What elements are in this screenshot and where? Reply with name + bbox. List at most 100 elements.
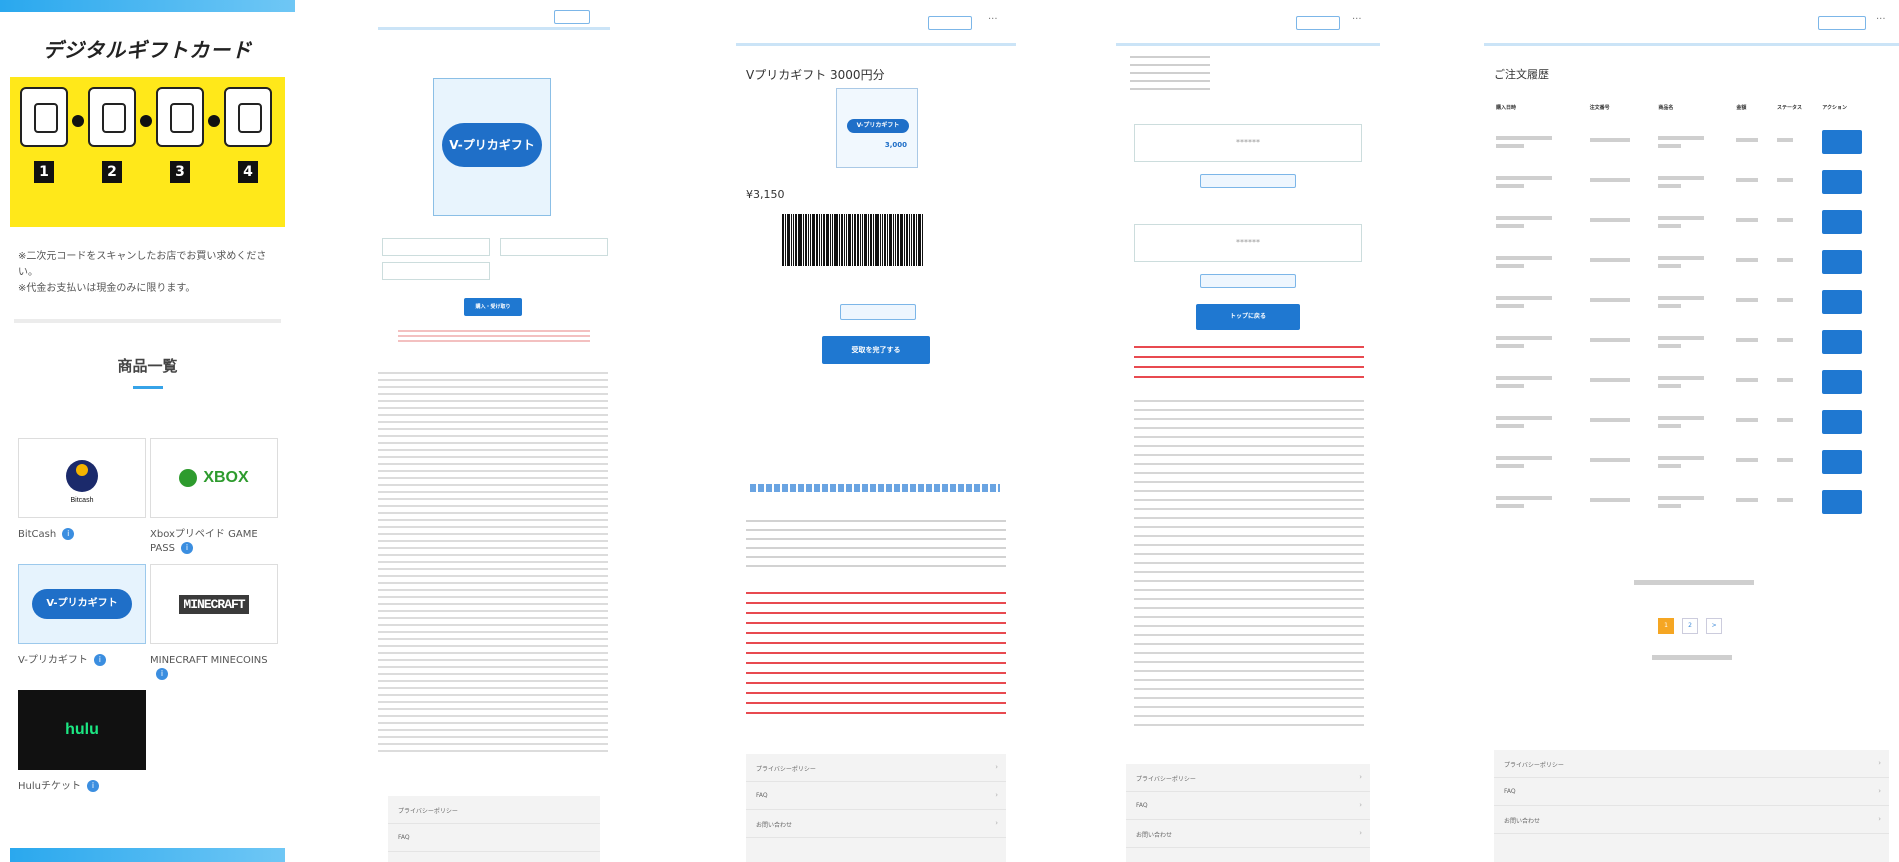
info-icon[interactable]: i	[86, 780, 99, 792]
footer-link-faq[interactable]: FAQ	[388, 824, 600, 852]
gift-code-screen: ··· Vプリカギフト 3000円分 V-プリカギフト 3,000 ¥3,150…	[736, 0, 1016, 862]
table-cell	[1734, 442, 1775, 482]
order-detail-button[interactable]	[1822, 130, 1863, 154]
footer-link-privacy[interactable]: プライバシーポリシー	[388, 796, 600, 824]
chevron-right-icon: ›	[1359, 829, 1362, 837]
page-button[interactable]: 2	[1682, 618, 1699, 634]
login-button[interactable]	[1296, 16, 1340, 30]
footer-link-privacy[interactable]: プライバシーポリシー ›	[746, 754, 1006, 782]
product-card-hulu[interactable]: hulu Huluチケット i	[18, 690, 146, 794]
result-count	[1634, 580, 1754, 585]
warning-text	[1134, 346, 1364, 386]
step-1: 1	[18, 87, 70, 217]
product-name: BitCash	[18, 529, 57, 540]
footer: プライバシーポリシー › FAQ › お問い合わせ ›	[1126, 764, 1370, 862]
column-header: 金額	[1736, 104, 1747, 111]
hand-icon	[88, 87, 136, 147]
amount-option[interactable]	[500, 238, 608, 256]
order-detail-button[interactable]	[1822, 290, 1863, 314]
table-row	[1494, 282, 1889, 322]
table-cell	[1588, 282, 1657, 322]
product-title: Vプリカギフト 3000円分	[746, 68, 885, 82]
product-card-xbox[interactable]: XBOX Xboxプリペイド GAME PASS i	[150, 438, 278, 556]
footer-link-faq[interactable]: FAQ ›	[1494, 778, 1889, 806]
product-name: Xboxプリペイド GAME PASS	[150, 529, 258, 554]
table-cell	[1588, 162, 1657, 202]
purchase-button[interactable]: 購入・受け取り	[464, 298, 522, 316]
copy-button[interactable]	[840, 304, 916, 320]
footer-link-faq[interactable]: FAQ ›	[746, 782, 1006, 810]
copy-pin-button[interactable]	[1200, 274, 1296, 288]
barcode	[782, 214, 970, 270]
back-to-top-button[interactable]: トップに戻る	[1196, 304, 1300, 330]
note-text: ※代金お支払いは現金のみに限ります。	[18, 283, 196, 294]
amount-option[interactable]	[382, 238, 490, 256]
next-page-button[interactable]: >	[1706, 618, 1723, 634]
table-cell	[1734, 322, 1775, 362]
info-icon[interactable]: i	[93, 654, 106, 666]
more-icon[interactable]: ···	[1876, 14, 1886, 25]
complete-button[interactable]: 受取を完了する	[822, 336, 930, 364]
arrow-icon	[72, 115, 84, 127]
table-cell	[1656, 322, 1734, 362]
hulu-logo: hulu	[18, 690, 146, 770]
column-header: 購入日時	[1496, 104, 1517, 111]
login-button[interactable]	[1818, 16, 1866, 30]
order-detail-button[interactable]	[1822, 370, 1863, 394]
order-detail-button[interactable]	[1822, 490, 1863, 514]
pin-field[interactable]: ******	[1134, 224, 1362, 262]
step-number: 1	[34, 161, 54, 183]
amount-option[interactable]	[382, 262, 490, 280]
order-detail-button[interactable]	[1822, 210, 1863, 234]
order-detail-button[interactable]	[1822, 330, 1863, 354]
code-display-screen: ··· ****** ****** トップに戻る プライバシーポリシー › FAQ…	[1116, 0, 1380, 862]
footer-link-privacy[interactable]: プライバシーポリシー ›	[1126, 764, 1370, 792]
info-icon[interactable]: i	[62, 528, 75, 540]
help-link[interactable]	[750, 484, 1000, 492]
chevron-right-icon: ›	[1359, 801, 1362, 809]
arrow-icon	[140, 115, 152, 127]
table-cell	[1656, 282, 1734, 322]
instructions-text	[1134, 400, 1364, 730]
order-detail-button[interactable]	[1822, 410, 1863, 434]
product-card-bitcash[interactable]: Bitcash BitCash i	[18, 438, 146, 542]
order-detail-button[interactable]	[1822, 250, 1863, 274]
per-page-select[interactable]	[1652, 650, 1732, 664]
phone-icon	[20, 87, 68, 147]
order-detail-button[interactable]	[1822, 450, 1863, 474]
product-card-minecraft[interactable]: MINECRAFT MINECRAFT MINECOINS i	[150, 564, 278, 682]
order-detail-button[interactable]	[1822, 170, 1863, 194]
table-cell	[1494, 362, 1588, 402]
login-button[interactable]	[928, 16, 972, 30]
footer-link-faq[interactable]: FAQ ›	[1126, 792, 1370, 820]
copy-code-button[interactable]	[1200, 174, 1296, 188]
login-button[interactable]	[554, 10, 590, 24]
footer-link-contact[interactable]: お問い合わせ ›	[746, 810, 1006, 838]
more-icon[interactable]: ···	[988, 14, 998, 25]
table-cell	[1775, 202, 1820, 242]
page-button[interactable]: 1	[1658, 618, 1674, 634]
warning-text	[746, 592, 1006, 722]
bitcash-logo: Bitcash	[18, 438, 146, 518]
product-name: V-プリカギフト	[18, 655, 88, 666]
step-number: 2	[102, 161, 122, 183]
gift-card-image: V-プリカギフト 3,000	[836, 88, 918, 168]
code-field[interactable]: ******	[1134, 124, 1362, 162]
table-cell	[1734, 242, 1775, 282]
table-cell	[1656, 242, 1734, 282]
table-cell	[1494, 282, 1588, 322]
footer-link-contact[interactable]: お問い合わせ ›	[1126, 820, 1370, 848]
info-icon[interactable]: i	[180, 542, 193, 554]
footer-link-privacy[interactable]: プライバシーポリシー ›	[1494, 750, 1889, 778]
table-row	[1494, 322, 1889, 362]
vprica-logo: V-プリカギフト	[442, 123, 542, 167]
more-icon[interactable]: ···	[1352, 14, 1362, 25]
table-cell	[1775, 442, 1820, 482]
product-card-vprica[interactable]: V-プリカギフト V-プリカギフト i	[18, 564, 146, 668]
table-cell	[1775, 402, 1820, 442]
page-title: ご注文履歴	[1494, 68, 1549, 81]
info-icon[interactable]: i	[156, 668, 168, 680]
vprica-card-image: V-プリカギフト	[433, 78, 551, 216]
footer-link-contact[interactable]: お問い合わせ ›	[1494, 806, 1889, 834]
table-cell	[1775, 362, 1820, 402]
